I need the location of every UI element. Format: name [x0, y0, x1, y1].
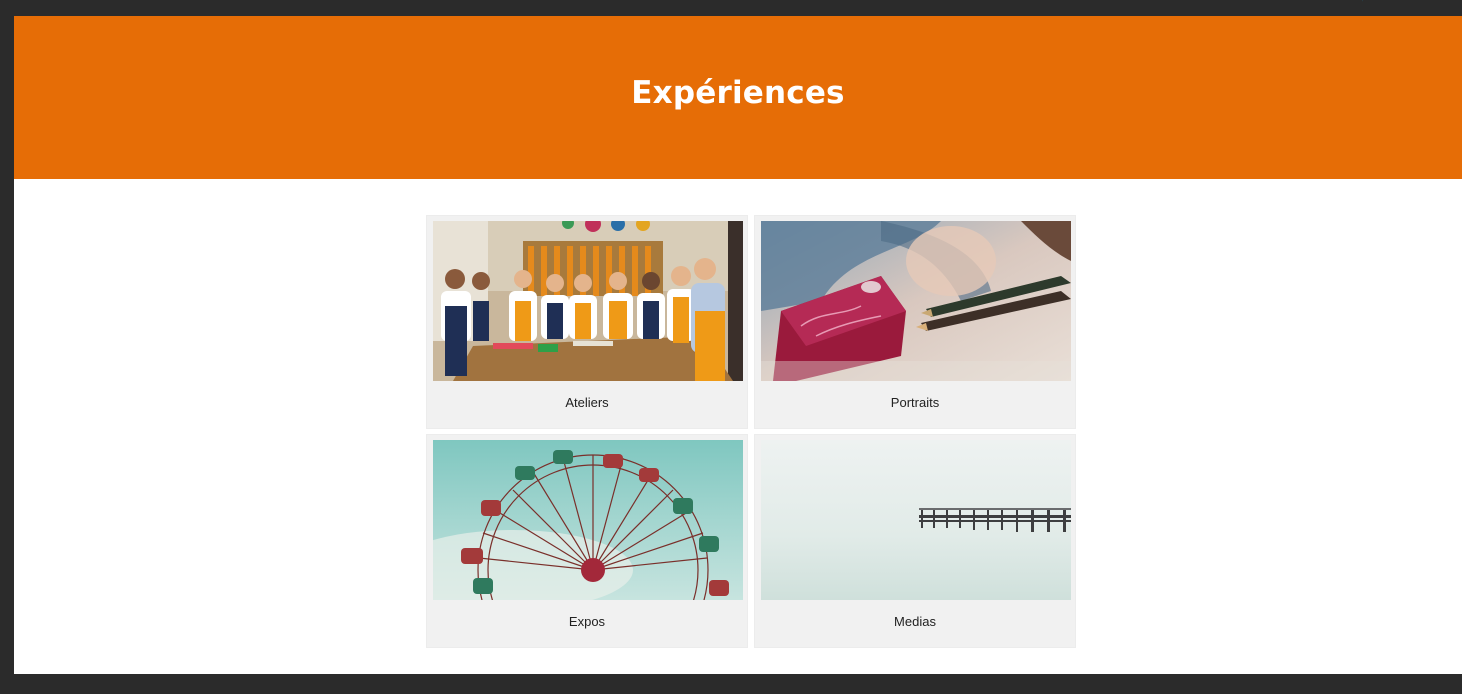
ferris-wheel-illustration — [433, 440, 743, 600]
painting-pencils-photo[interactable] — [761, 221, 1071, 381]
screen-frame: Expériences Ateliers Portraits Expos Med… — [0, 0, 1462, 694]
hero-banner: Expériences — [14, 16, 1462, 179]
footer-bar — [0, 674, 1462, 694]
card-expos[interactable]: Expos — [426, 434, 748, 648]
card-label: Medias — [894, 614, 936, 629]
misty-pier-photo[interactable] — [761, 440, 1071, 600]
card-label: Expos — [568, 614, 606, 629]
card-medias[interactable]: Medias — [754, 434, 1076, 648]
experience-grid: Ateliers Portraits Expos Medias — [426, 215, 1078, 649]
page: Expériences Ateliers Portraits Expos Med… — [14, 16, 1462, 674]
workshop-photo[interactable] — [433, 221, 743, 381]
page-title: Expériences — [631, 74, 845, 111]
painting-pencils-illustration — [761, 221, 1071, 381]
misty-pier-illustration — [761, 440, 1071, 600]
workshop-photo-illustration — [433, 221, 743, 381]
card-portraits[interactable]: Portraits — [754, 215, 1076, 429]
card-ateliers[interactable]: Ateliers — [426, 215, 748, 429]
ferris-wheel-photo[interactable] — [433, 440, 743, 600]
card-label: Ateliers — [565, 395, 609, 410]
card-label: Portraits — [890, 395, 940, 410]
